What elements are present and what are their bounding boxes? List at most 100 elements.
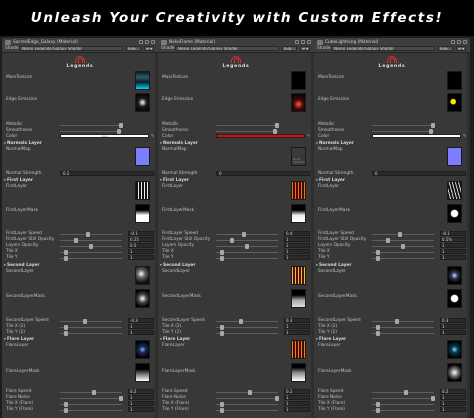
second-layer-speed-slider[interactable] xyxy=(372,319,434,324)
tile-x2-slider[interactable] xyxy=(216,325,278,330)
tile-x2-value[interactable]: 1 xyxy=(284,324,310,329)
layers-opacity-value[interactable]: 1 xyxy=(284,243,310,248)
tile-y2-value[interactable]: 1 xyxy=(440,330,466,335)
flare-noise-handle[interactable] xyxy=(430,396,435,401)
edge-emission-slot[interactable] xyxy=(447,93,462,112)
tile-y-slider[interactable] xyxy=(60,256,122,261)
tile-x-flare-value[interactable]: 1 xyxy=(284,401,310,406)
smoothness-slider[interactable] xyxy=(60,129,122,134)
second-layer-speed-handle[interactable] xyxy=(238,319,243,324)
first-layer-header[interactable]: First Layer xyxy=(4,178,33,183)
shader-dropdown[interactable]: Nekio Legends/Galaxy Shader xyxy=(19,46,123,51)
flare-speed-handle[interactable] xyxy=(248,390,253,395)
flare-noise-value[interactable]: 1 xyxy=(284,395,310,400)
color-swatch[interactable]: none xyxy=(60,134,149,138)
tile-y-flare-slider[interactable] xyxy=(372,408,434,413)
first-layer-still-opacity-slider[interactable] xyxy=(60,238,122,243)
tile-x-value[interactable]: 1 xyxy=(284,249,310,254)
second-layer-speed-value[interactable]: 0.3 xyxy=(440,318,466,323)
tile-x2-slider[interactable] xyxy=(372,325,434,330)
first-layer-slot[interactable] xyxy=(447,181,462,200)
tile-x-slider[interactable] xyxy=(372,250,434,255)
tile-x-flare-handle[interactable] xyxy=(64,402,69,407)
tile-y-handle[interactable] xyxy=(64,256,69,261)
main-texture-slot[interactable] xyxy=(447,71,462,90)
help-icon[interactable] xyxy=(451,40,455,44)
tile-x-flare-slider[interactable] xyxy=(372,402,434,407)
tile-x-flare-value[interactable]: 1 xyxy=(440,401,466,406)
layers-opacity-slider[interactable] xyxy=(60,244,122,249)
first-layer-speed-slider[interactable] xyxy=(216,232,278,237)
first-layer-speed-slider[interactable] xyxy=(372,232,434,237)
tile-y-value[interactable]: 1 xyxy=(284,255,310,260)
first-layer-still-opacity-value[interactable]: 0.25 xyxy=(128,237,154,242)
second-layer-speed-slider[interactable] xyxy=(60,319,122,324)
edge-emission-slot[interactable] xyxy=(291,93,306,112)
metallic-slider-handle[interactable] xyxy=(118,123,123,128)
first-layer-still-opacity-slider[interactable] xyxy=(216,238,278,243)
normals-layer-header[interactable]: Normals Layer xyxy=(160,141,198,146)
first-layer-speed-value[interactable]: 0.4 xyxy=(284,231,310,236)
settings-icon[interactable] xyxy=(151,40,155,44)
layers-opacity-handle[interactable] xyxy=(245,244,249,249)
metallic-slider[interactable] xyxy=(372,123,435,128)
first-layer-speed-handle[interactable] xyxy=(397,232,402,237)
second-layer-header[interactable]: Second Layer xyxy=(4,263,39,268)
flare-speed-value[interactable]: 0.2 xyxy=(128,389,154,394)
tile-y-flare-slider[interactable] xyxy=(60,408,122,413)
normal-map-slot[interactable] xyxy=(447,147,462,166)
tile-y2-slider[interactable] xyxy=(60,331,122,336)
layers-opacity-slider[interactable] xyxy=(216,244,278,249)
first-layer-header[interactable]: First Layer xyxy=(160,178,189,183)
main-texture-slot[interactable] xyxy=(135,71,150,90)
flare-layer-mask-slot[interactable] xyxy=(135,363,150,382)
second-layer-header[interactable]: Second Layer xyxy=(316,263,351,268)
first-layer-slot[interactable] xyxy=(135,181,150,200)
tile-x-value[interactable]: 1 xyxy=(128,249,154,254)
tile-y2-handle[interactable] xyxy=(376,331,381,336)
edit-shader-button[interactable]: Edit... xyxy=(126,46,141,51)
tile-y-flare-value[interactable]: 1 xyxy=(440,407,466,412)
first-layer-speed-slider[interactable] xyxy=(60,232,122,237)
first-layer-mask-slot[interactable] xyxy=(447,204,462,223)
tile-x-flare-slider[interactable] xyxy=(216,402,278,407)
first-layer-speed-handle[interactable] xyxy=(85,232,90,237)
flare-layer-slot[interactable] xyxy=(135,340,150,359)
first-layer-speed-value[interactable]: -0.1 xyxy=(128,231,154,236)
tile-y2-value[interactable]: 1 xyxy=(284,330,310,335)
tile-y2-handle[interactable] xyxy=(220,331,225,336)
edge-emission-slot[interactable] xyxy=(135,93,150,112)
settings-icon[interactable] xyxy=(463,40,467,44)
tile-y-flare-value[interactable]: 1 xyxy=(284,407,310,412)
layers-opacity-handle[interactable] xyxy=(89,244,93,249)
normal-map-slot[interactable] xyxy=(135,147,150,166)
tile-x-flare-slider[interactable] xyxy=(60,402,122,407)
color-swatch[interactable] xyxy=(216,134,305,138)
flare-speed-value[interactable]: 0.2 xyxy=(440,389,466,394)
normal-strength-field[interactable]: 0.2 xyxy=(60,171,154,176)
second-layer-slot[interactable] xyxy=(447,266,462,285)
tile-x-flare-value[interactable]: 1 xyxy=(128,401,154,406)
smoothness-slider[interactable] xyxy=(216,129,278,134)
edit-shader-button[interactable]: Edit... xyxy=(438,46,453,51)
normals-layer-header[interactable]: Normals Layer xyxy=(4,141,42,146)
second-layer-speed-slider[interactable] xyxy=(216,319,278,324)
layers-opacity-value[interactable]: 1 xyxy=(440,243,466,248)
tile-y-handle[interactable] xyxy=(220,256,225,261)
flare-speed-handle[interactable] xyxy=(404,390,409,395)
tile-y-handle[interactable] xyxy=(376,256,381,261)
flare-noise-handle[interactable] xyxy=(274,396,279,401)
tile-x2-value[interactable]: 1 xyxy=(128,324,154,329)
flare-noise-handle[interactable] xyxy=(118,396,123,401)
metallic-slider-handle[interactable] xyxy=(274,123,279,128)
second-layer-mask-slot[interactable] xyxy=(291,289,306,308)
tile-x2-value[interactable]: 1 xyxy=(440,324,466,329)
main-texture-slot[interactable] xyxy=(291,71,306,90)
tile-y-slider[interactable] xyxy=(216,256,278,261)
tile-x2-handle[interactable] xyxy=(220,325,225,330)
flare-noise-value[interactable]: 1 xyxy=(440,395,466,400)
second-layer-mask-slot[interactable] xyxy=(447,289,462,308)
metallic-slider[interactable] xyxy=(60,123,123,128)
metallic-slider[interactable] xyxy=(216,123,279,128)
tile-y-flare-slider[interactable] xyxy=(216,408,278,413)
